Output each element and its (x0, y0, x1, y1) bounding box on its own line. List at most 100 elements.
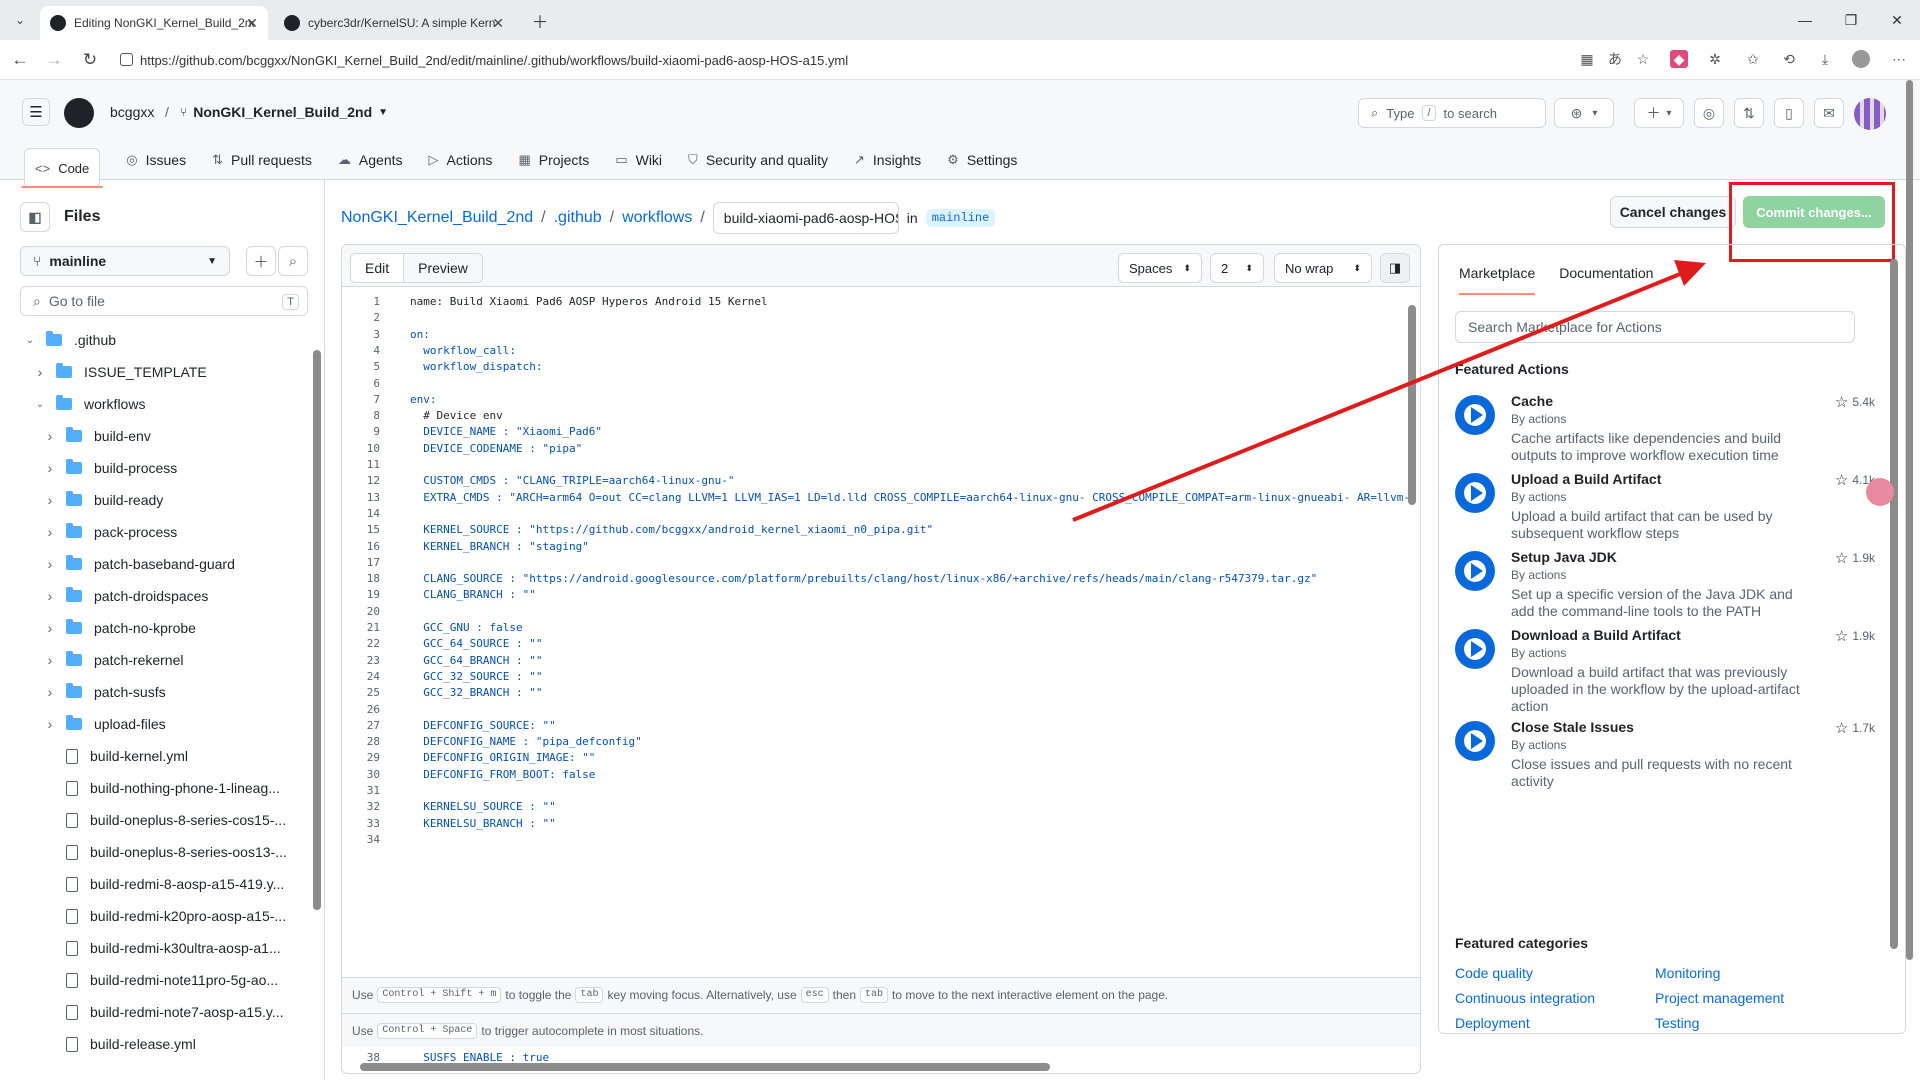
marketplace-action-item[interactable]: Download a Build Artifact By actions Downl… (1455, 627, 1875, 714)
branch-selector[interactable]: ⑂ mainline ▼ (20, 246, 230, 276)
history-icon[interactable]: ⟲ (1780, 50, 1798, 68)
translate-icon[interactable]: あ (1606, 50, 1624, 68)
issues-button[interactable]: ◎ (1694, 98, 1724, 128)
search-input[interactable]: ⌕ Type / to search (1358, 98, 1546, 128)
action-title[interactable]: Setup Java JDK (1511, 549, 1617, 565)
site-info-icon[interactable] (120, 53, 133, 66)
action-title[interactable]: Cache (1511, 393, 1553, 409)
bookmark-star-icon[interactable]: ☆ (1634, 50, 1652, 68)
wrap-mode-select[interactable]: No wrap ⬍ (1274, 253, 1372, 283)
tree-folder-row[interactable]: › patch-no-kprobe (42, 612, 196, 644)
tree-folder-row[interactable]: › build-ready (42, 484, 163, 516)
more-menu-icon[interactable]: ⋯ (1890, 50, 1908, 68)
sidebar-scrollbar[interactable] (313, 350, 321, 910)
tree-folder-row[interactable]: › patch-rekernel (42, 644, 184, 676)
indent-size-select[interactable]: 2 ⬍ (1210, 253, 1264, 283)
reload-icon[interactable]: ↻ (78, 48, 102, 72)
category-link[interactable]: Continuous integration (1455, 990, 1595, 1006)
tab-edit[interactable]: Edit (351, 254, 405, 282)
close-window-icon[interactable]: ✕ (1874, 0, 1920, 40)
tree-file-row[interactable]: build-redmi-note7-aosp-a15.y... (42, 996, 284, 1028)
category-link[interactable]: Code quality (1455, 965, 1533, 981)
marketplace-action-item[interactable]: Setup Java JDK By actions Set up a specifi… (1455, 549, 1875, 629)
inbox-button[interactable]: ✉ (1814, 98, 1844, 128)
add-file-button[interactable]: ＋ (246, 246, 276, 276)
tab-settings[interactable]: ⚙ Settings (947, 140, 1017, 180)
close-tab-icon[interactable]: ✕ (246, 15, 258, 32)
marketplace-action-item[interactable]: Cache By actions Cache artifacts like depe… (1455, 393, 1875, 473)
download-icon[interactable]: ⤓ (1816, 50, 1834, 68)
extensions-puzzle-icon[interactable]: ✲ (1706, 50, 1724, 68)
avatar[interactable] (1854, 98, 1886, 130)
tree-folder-row[interactable]: › build-process (42, 452, 177, 484)
browser-tab-active[interactable]: Editing NonGKI_Kernel_Build_2nd/ ✕ (40, 6, 268, 40)
tab-list-icon[interactable]: ⌄ (8, 8, 32, 32)
action-title[interactable]: Close Stale Issues (1511, 719, 1634, 735)
favorites-icon[interactable]: ✩ (1744, 50, 1762, 68)
category-link[interactable]: Monitoring (1655, 965, 1720, 981)
tree-file-row[interactable]: build-redmi-k20pro-aosp-a15-... (42, 900, 286, 932)
tree-folder-row[interactable]: ⌄ workflows (32, 388, 145, 420)
tree-folder-row[interactable]: ⌄ .github (22, 324, 116, 356)
tab-insights[interactable]: ↗ Insights (854, 140, 921, 180)
browser-tab[interactable]: cyberc3dr/KernelSU: A simple Kern ✕ (274, 6, 514, 40)
tab-pull-requests[interactable]: ⇅ Pull requests (212, 140, 312, 180)
copilot-button[interactable]: ⊛ ▾ (1554, 98, 1614, 128)
tab-wiki[interactable]: ▭ Wiki (615, 140, 662, 180)
forward-icon[interactable]: → (42, 48, 66, 72)
tree-file-row[interactable]: build-redmi-k30ultra-aosp-a1... (42, 932, 281, 964)
marketplace-search-input[interactable]: Search Marketplace for Actions (1455, 311, 1855, 343)
app-icon[interactable]: ▦ (1578, 50, 1596, 68)
minimize-icon[interactable]: — (1782, 0, 1828, 40)
tab-marketplace[interactable]: Marketplace (1459, 255, 1536, 295)
hamburger-icon[interactable]: ☰ (22, 98, 50, 126)
tab-issues[interactable]: ◎ Issues (126, 140, 186, 180)
go-to-file-input[interactable]: ⌕ Go to file T (20, 286, 308, 316)
tab-preview[interactable]: Preview (404, 254, 482, 282)
tab-agents[interactable]: ☁ Agents (338, 140, 403, 180)
marketplace-action-item[interactable]: Close Stale Issues By actions Close issues… (1455, 719, 1875, 799)
repo-link[interactable]: ⑂ NonGKI_Kernel_Build_2nd ▼ (180, 104, 388, 120)
tree-file-row[interactable]: build-oneplus-8-series-cos15-... (42, 804, 286, 836)
owner-link[interactable]: bcggxx (110, 104, 154, 120)
tree-folder-row[interactable]: › patch-baseband-guard (42, 548, 235, 580)
toggle-panel-button[interactable]: ◨ (1380, 253, 1410, 283)
indent-mode-select[interactable]: Spaces ⬍ (1118, 253, 1202, 283)
category-link[interactable]: Testing (1655, 1015, 1699, 1031)
action-title[interactable]: Upload a Build Artifact (1511, 471, 1661, 487)
marketplace-action-item[interactable]: Upload a Build Artifact By actions Upload … (1455, 471, 1875, 551)
tree-file-row[interactable]: build-redmi-note11pro-5g-ao... (42, 964, 278, 996)
search-files-button[interactable]: ⌕ (278, 246, 308, 276)
category-link[interactable]: Project management (1655, 990, 1784, 1006)
create-new-button[interactable]: ＋ ▾ (1634, 98, 1684, 128)
collapse-sidebar-icon[interactable]: ◧ (20, 202, 50, 232)
profile-icon[interactable] (1852, 50, 1870, 68)
tab-security[interactable]: ⛉ Security and quality (688, 140, 828, 180)
marketplace-scrollbar[interactable] (1890, 259, 1898, 949)
url-bar[interactable]: https://github.com/bcggxx/NonGKI_Kernel_… (110, 46, 1570, 74)
cancel-changes-button[interactable]: Cancel changes (1610, 196, 1736, 228)
restore-icon[interactable]: ❐ (1828, 0, 1874, 40)
editor-vertical-scrollbar[interactable] (1408, 305, 1416, 505)
tree-file-row[interactable]: build-release.yml (42, 1028, 196, 1060)
tree-folder-row[interactable]: › pack-process (42, 516, 177, 548)
tree-folder-row[interactable]: › upload-files (42, 708, 166, 740)
action-title[interactable]: Download a Build Artifact (1511, 627, 1681, 643)
back-icon[interactable]: ← (8, 48, 32, 72)
breadcrumb-dir-link[interactable]: .github (554, 209, 602, 227)
close-tab-icon[interactable]: ✕ (492, 15, 504, 32)
tree-file-row[interactable]: build-nothing-phone-1-lineag... (42, 772, 280, 804)
filename-input[interactable]: build-xiaomi-pad6-aosp-HOS-a15.yml (712, 202, 899, 234)
breadcrumb-repo-link[interactable]: NonGKI_Kernel_Build_2nd (341, 209, 533, 227)
page-scrollbar[interactable] (1906, 80, 1913, 960)
breadcrumb-dir-link[interactable]: workflows (622, 209, 692, 227)
tab-actions[interactable]: ▷ Actions (429, 140, 493, 180)
repositories-button[interactable]: ▯ (1774, 98, 1804, 128)
extension-icon[interactable]: ◆ (1670, 50, 1688, 68)
tree-folder-row[interactable]: › ISSUE_TEMPLATE (32, 356, 207, 388)
editor-horizontal-scrollbar[interactable] (360, 1063, 1050, 1071)
tree-folder-row[interactable]: › patch-susfs (42, 676, 166, 708)
tree-folder-row[interactable]: › patch-droidspaces (42, 580, 208, 612)
tree-file-row[interactable]: build-kernel.yml (42, 740, 188, 772)
tree-file-row[interactable]: build-oneplus-8-series-oos13-... (42, 836, 287, 868)
